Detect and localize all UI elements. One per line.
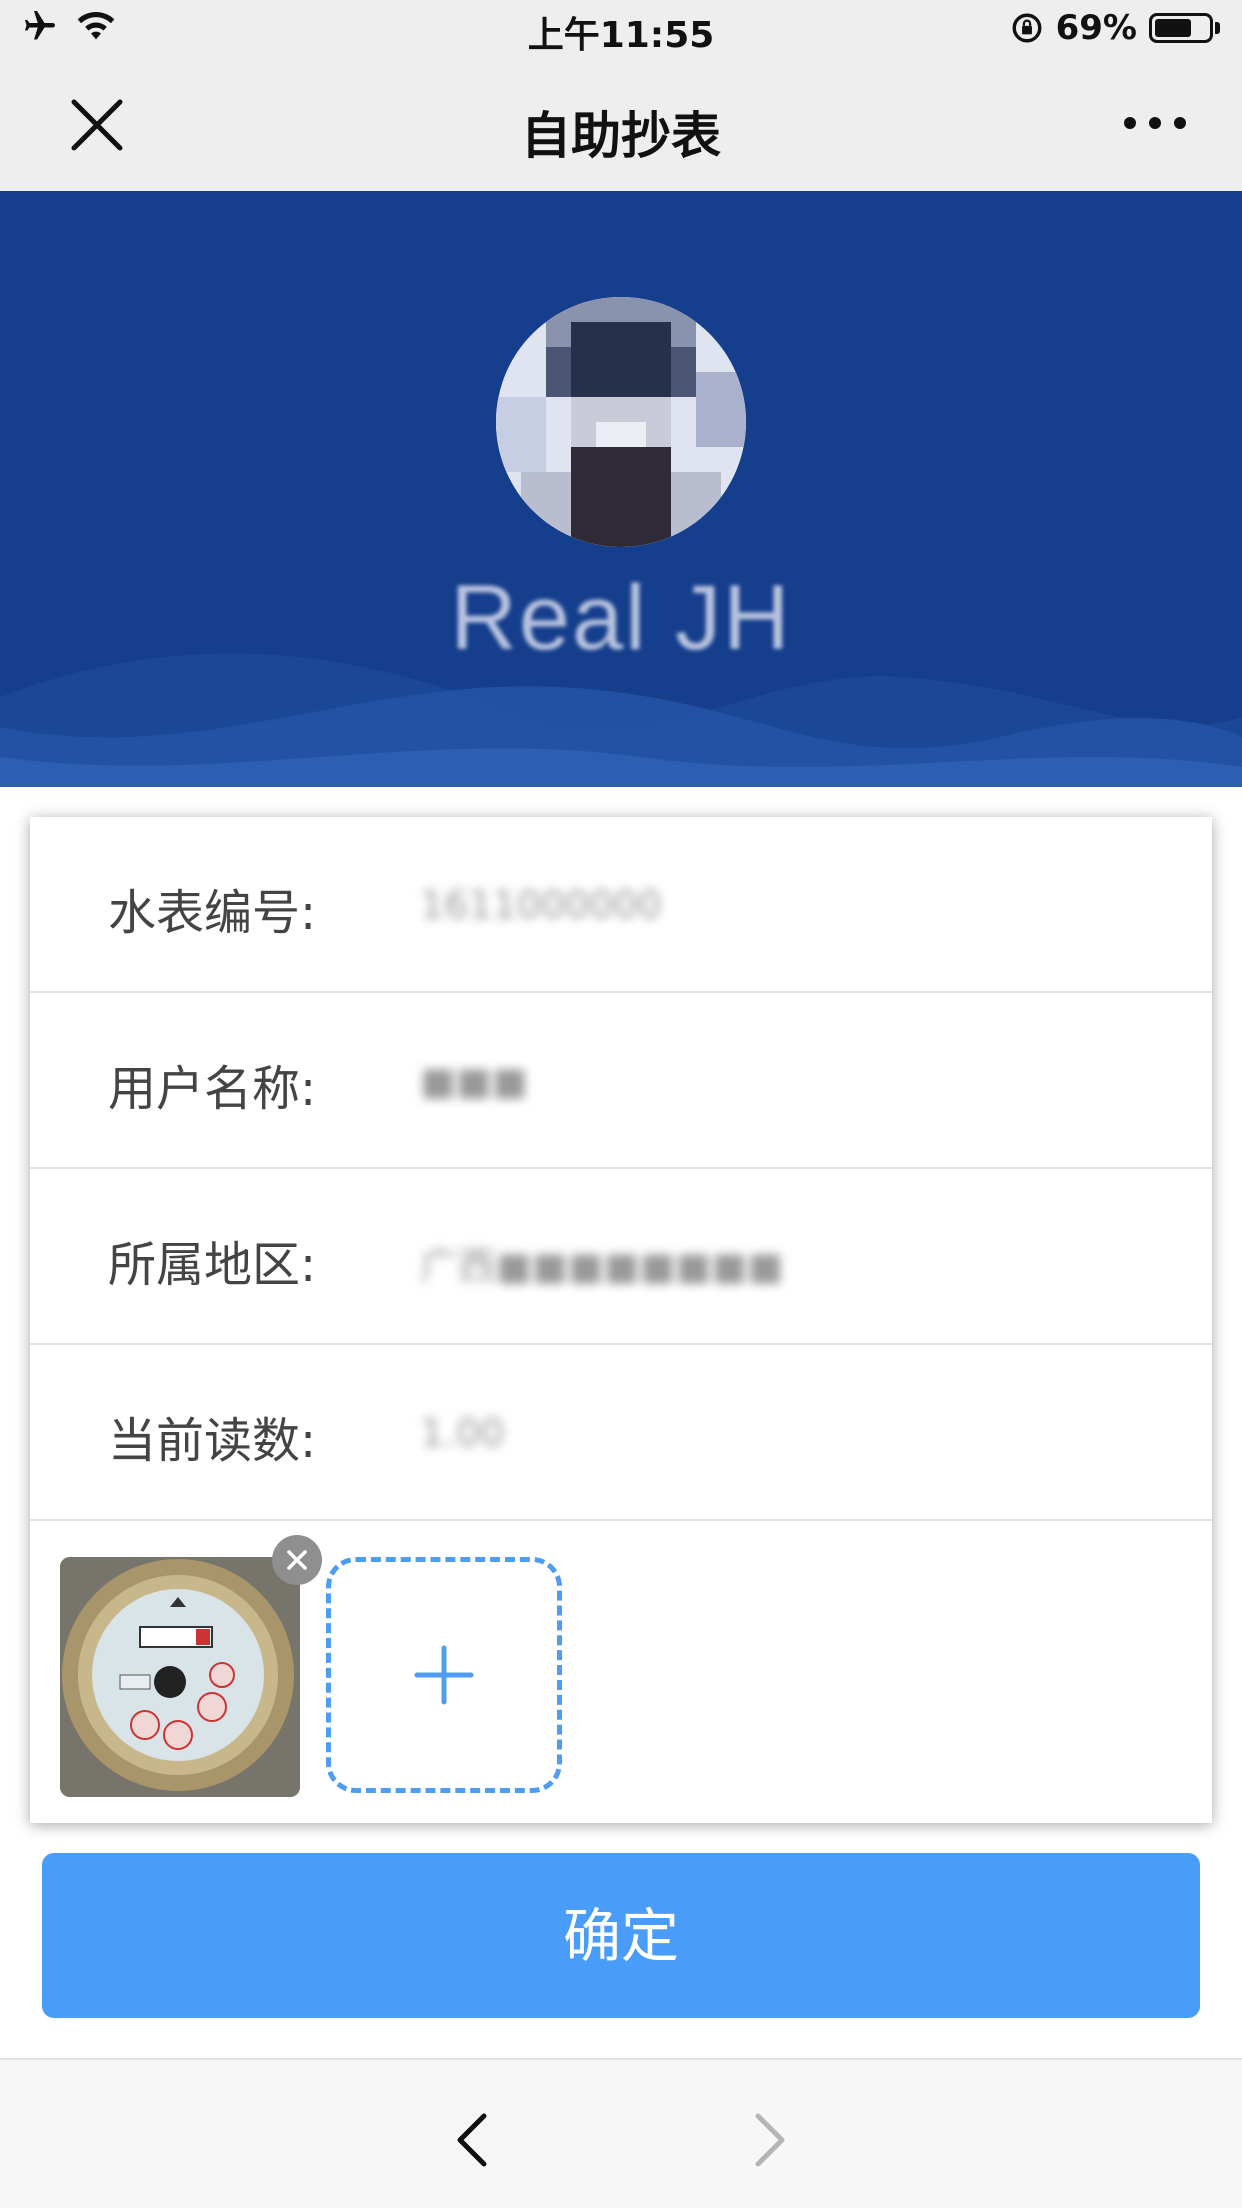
battery-percent: 69%: [1055, 8, 1137, 48]
plus-icon: [414, 1645, 474, 1705]
meter-number-value: 1611000000: [420, 883, 662, 927]
chevron-right-icon[interactable]: [750, 2110, 790, 2170]
user-name-label: 用户名称:: [108, 1061, 317, 1117]
water-meter-photo[interactable]: [60, 1557, 300, 1797]
region-value: 广西■■■■■■■■: [420, 1244, 784, 1288]
status-bar: 上午11:55 69%: [0, 0, 1242, 58]
chevron-left-icon[interactable]: [452, 2110, 492, 2170]
profile-header: Real JH: [0, 191, 1242, 787]
meter-number-label: 水表编号:: [108, 885, 317, 941]
nav-bar: 自助抄表: [0, 58, 1242, 191]
current-reading-value: 1.00: [420, 1411, 505, 1455]
form-row-meter-number: 水表编号: 1611000000: [30, 817, 1212, 993]
remove-photo-button[interactable]: [272, 1535, 322, 1585]
form-row-user-name: 用户名称: ■■■: [30, 993, 1212, 1169]
water-meter-image: [60, 1557, 300, 1797]
more-icon[interactable]: [1120, 108, 1190, 138]
form-row-current-reading: 当前读数: 1.00: [30, 1345, 1212, 1521]
browser-toolbar: [0, 2058, 1242, 2208]
user-name: Real JH: [450, 567, 792, 669]
user-name-value: ■■■: [420, 1059, 528, 1103]
avatar-image: [496, 297, 746, 547]
avatar: [496, 297, 746, 547]
status-right: 69%: [1010, 8, 1220, 48]
confirm-button[interactable]: 确定: [42, 1853, 1200, 2018]
battery-fill: [1155, 19, 1191, 37]
add-photo-button[interactable]: [326, 1557, 562, 1793]
battery-icon: [1149, 13, 1213, 43]
current-reading-label: 当前读数:: [108, 1413, 317, 1469]
page-title: 自助抄表: [521, 107, 721, 165]
form-row-region: 所属地区: 广西■■■■■■■■: [30, 1169, 1212, 1345]
remove-icon: [287, 1550, 307, 1570]
meter-form-card: 水表编号: 1611000000 用户名称: ■■■ 所属地区: 广西■■■■■…: [30, 817, 1212, 1823]
orientation-lock-icon: [1012, 13, 1042, 43]
photo-uploader: [30, 1521, 1212, 1823]
battery-tip: [1215, 22, 1220, 34]
region-label: 所属地区:: [108, 1237, 317, 1293]
